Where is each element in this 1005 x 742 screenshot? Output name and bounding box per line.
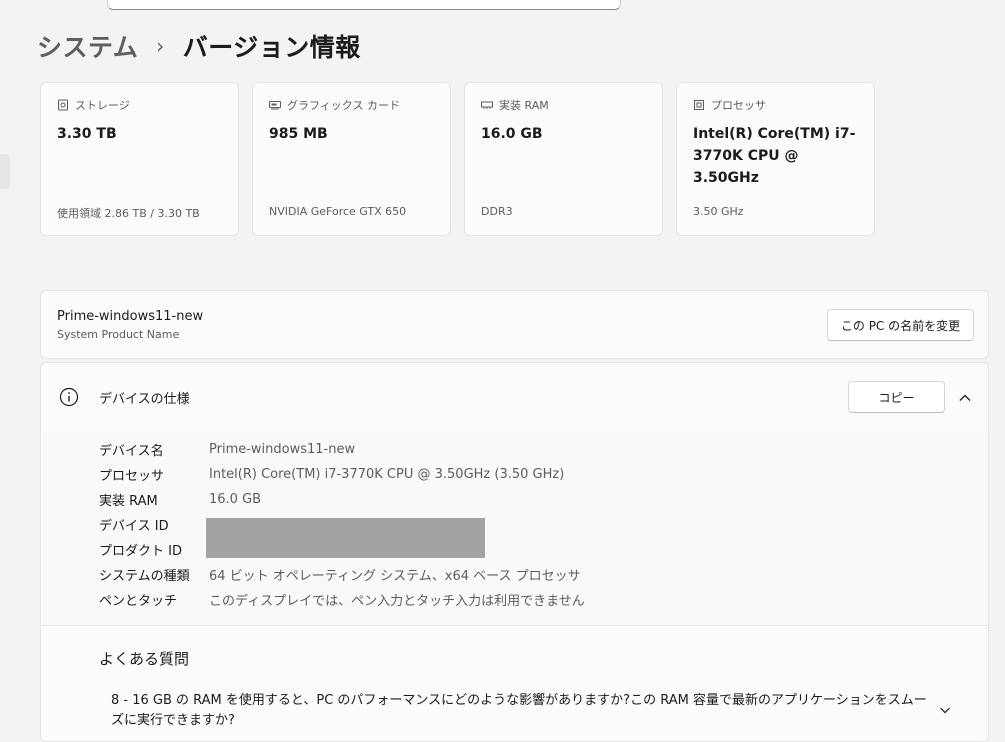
spec-key: ペンとタッチ <box>99 594 178 609</box>
card-subtext: NVIDIA GeForce GTX 650 <box>269 205 407 218</box>
storage-card: ストレージ 3.30 TB 使用領域 2.86 TB / 3.30 TB <box>40 82 239 236</box>
spec-key: プロダクト ID <box>99 544 182 559</box>
chevron-up-icon[interactable] <box>958 390 972 404</box>
breadcrumb-parent[interactable]: システム <box>37 28 138 64</box>
spec-key: システムの種類 <box>99 569 190 584</box>
spec-row: ペンとタッチ このディスプレイでは、ペン入力とタッチ入力は利用できません <box>99 587 585 612</box>
breadcrumb: システム › バージョン情報 <box>37 28 361 64</box>
redaction-block <box>206 518 485 558</box>
device-specs-header[interactable]: デバイスの仕様 コピー <box>41 363 988 432</box>
device-specs-body: デバイス名 Prime-windows11-new プロセッサ Intel(R)… <box>41 431 988 626</box>
processor-icon <box>693 99 705 111</box>
card-label: 実装 RAM <box>499 99 549 112</box>
search-input[interactable] <box>107 0 621 10</box>
spec-key: 実装 RAM <box>99 494 158 509</box>
spec-row: デバイス ID <box>99 512 209 537</box>
spec-key: デバイス ID <box>99 519 169 534</box>
faq-question[interactable]: 8 - 16 GB の RAM を使用すると、PC のパフォーマンスにどのような… <box>111 691 931 731</box>
card-label: ストレージ <box>75 99 130 112</box>
card-value: 16.0 GB <box>481 126 543 142</box>
spec-row: プロダクト ID <box>99 537 209 562</box>
spec-value: Prime-windows11-new <box>209 442 356 457</box>
device-name: Prime-windows11-new <box>57 309 204 324</box>
graphics-card-icon <box>269 99 281 111</box>
info-icon <box>59 387 79 407</box>
device-specs-title: デバイスの仕様 <box>99 392 190 407</box>
page-title: バージョン情報 <box>182 33 361 62</box>
device-name-panel: Prime-windows11-new System Product Name … <box>40 290 989 359</box>
device-product-name: System Product Name <box>57 328 180 341</box>
spec-value: 64 ビット オペレーティング システム、x64 ベース プロセッサ <box>209 569 581 584</box>
card-subtext: DDR3 <box>481 205 513 218</box>
ram-card: 実装 RAM 16.0 GB DDR3 <box>464 82 663 236</box>
spec-row: デバイス名 Prime-windows11-new <box>99 437 355 462</box>
spec-value: 16.0 GB <box>209 492 262 507</box>
spec-value: Intel(R) Core(TM) i7-3770K CPU @ 3.50GHz… <box>209 467 565 482</box>
card-value: 3.30 TB <box>57 126 117 142</box>
spec-row: プロセッサ Intel(R) Core(TM) i7-3770K CPU @ 3… <box>99 462 564 487</box>
rename-pc-button[interactable]: この PC の名前を変更 <box>827 309 974 341</box>
card-subtext: 3.50 GHz <box>693 205 744 218</box>
spec-row: システムの種類 64 ビット オペレーティング システム、x64 ベース プロセ… <box>99 562 581 587</box>
storage-icon <box>57 99 69 111</box>
spec-key: プロセッサ <box>99 469 165 484</box>
card-label: グラフィックス カード <box>287 99 400 112</box>
processor-card: プロセッサ Intel(R) Core(TM) i7-3770K CPU @ 3… <box>676 82 875 236</box>
nav-selection-indicator <box>0 154 10 189</box>
card-subtext: 使用領域 2.86 TB / 3.30 TB <box>57 207 200 220</box>
card-value: Intel(R) Core(TM) i7-3770K CPU @ 3.50GHz <box>693 126 856 186</box>
spec-row: 実装 RAM 16.0 GB <box>99 487 261 512</box>
chevron-right-icon: › <box>156 34 165 58</box>
device-specs-panel: デバイスの仕様 コピー デバイス名 Prime-windows11-new プロ… <box>40 362 989 742</box>
faq-title: よくある質問 <box>99 650 190 668</box>
copy-button[interactable]: コピー <box>848 381 945 413</box>
ram-icon <box>481 99 493 111</box>
spec-value: このディスプレイでは、ペン入力とタッチ入力は利用できません <box>209 594 585 609</box>
chevron-down-icon[interactable] <box>939 701 951 714</box>
card-label: プロセッサ <box>711 99 766 112</box>
card-value: 985 MB <box>269 126 328 142</box>
spec-key: デバイス名 <box>99 444 164 459</box>
graphics-card: グラフィックス カード 985 MB NVIDIA GeForce GTX 65… <box>252 82 451 236</box>
